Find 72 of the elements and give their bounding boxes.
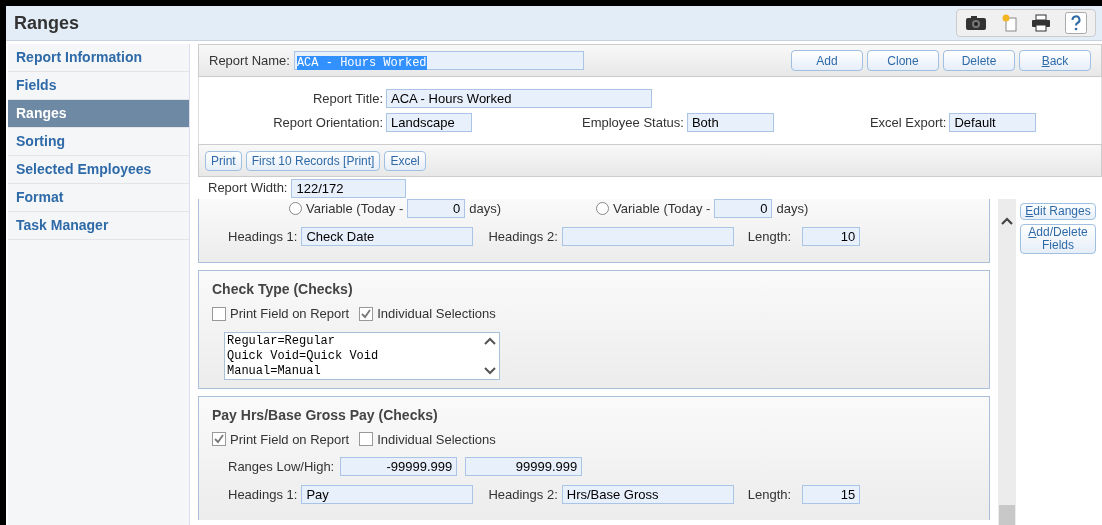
sidebar-item[interactable]: Format [8, 184, 189, 212]
text-field[interactable]: -99999.999 [340, 457, 458, 477]
field-label: Employee Status: [582, 113, 684, 132]
text-field[interactable]: 122/172 [291, 178, 407, 198]
checkbox[interactable] [359, 432, 374, 447]
text-field[interactable]: 0 [407, 199, 466, 219]
section-title: Pay Hrs/Base Gross Pay (Checks) [212, 405, 439, 425]
field-label: Excel Export: [869, 113, 947, 132]
field-label: days) [776, 200, 809, 218]
list-option[interactable]: Regular=Regular [227, 333, 479, 349]
field-label: Report Orientation: [272, 113, 383, 132]
checkbox[interactable] [212, 432, 226, 447]
field-label: Headings 2: [488, 485, 558, 504]
text-field[interactable]: Pay [301, 484, 474, 504]
checkbox[interactable] [212, 306, 226, 321]
field-label: Print Field on Report [230, 430, 350, 449]
sidebar-item[interactable]: Task Manager [8, 212, 189, 240]
help-icon[interactable] [1065, 12, 1087, 34]
side-button[interactable]: Edit Ranges [1020, 203, 1096, 220]
text-field[interactable]: 0 [714, 199, 773, 219]
field-label: Variable (Today - [306, 200, 404, 218]
field-label: Headings 2: [488, 227, 558, 246]
field-label: Variable (Today - [613, 200, 711, 218]
field-label: Report Name: [209, 51, 290, 70]
window-title: Ranges [14, 11, 80, 35]
field-label: Individual Selections [377, 430, 496, 449]
print-button[interactable]: Excel [384, 150, 426, 171]
sidebar-item[interactable]: Report Information [8, 44, 189, 72]
text-field[interactable]: 15 [802, 484, 861, 504]
scroll-up-icon[interactable] [1001, 217, 1013, 225]
action-button[interactable]: Clone [867, 50, 939, 71]
list-option[interactable]: Manual=Manual [227, 363, 479, 379]
sidebar-item[interactable]: Ranges [8, 100, 189, 128]
selection-list[interactable]: Regular=Regular Quick Void=Quick Void Manual=Manual [224, 331, 500, 380]
action-button[interactable]: Delete [943, 50, 1015, 71]
scroll-down-icon[interactable] [484, 366, 496, 375]
checkbox[interactable] [359, 306, 374, 321]
scrollbar[interactable] [998, 199, 1016, 525]
field-label: Length: [747, 227, 792, 246]
field-label: Ranges Low/High: [228, 458, 335, 476]
print-icon[interactable] [1031, 14, 1051, 32]
scroll-up-icon[interactable] [484, 336, 496, 345]
text-field[interactable]: Hrs/Base Gross [561, 484, 734, 504]
sidebar-item[interactable]: Sorting [8, 128, 189, 156]
action-button[interactable]: Back [1019, 50, 1091, 71]
radio-button[interactable] [289, 202, 302, 216]
text-field[interactable]: Default [949, 112, 1037, 132]
field-label: Headings 1: [228, 227, 298, 246]
text-field[interactable]: 99999.999 [465, 457, 583, 477]
print-button[interactable]: Print [205, 150, 242, 171]
action-button[interactable]: Add [791, 50, 863, 71]
field-label: Headings 1: [228, 485, 298, 504]
field-label: Individual Selections [377, 305, 496, 323]
print-button[interactable]: First 10 Records [Print] [245, 150, 381, 171]
field-label: days) [469, 200, 502, 218]
field-label: Report Width: [208, 179, 288, 198]
text-field[interactable] [561, 226, 734, 246]
side-button[interactable]: Add/Delete Fields [1020, 224, 1096, 254]
list-option[interactable]: Quick Void=Quick Void [227, 348, 479, 364]
sidebar-item[interactable]: Selected Employees [8, 156, 189, 184]
field-label: Length: [747, 485, 792, 504]
camera-icon[interactable] [965, 15, 987, 31]
text-field[interactable]: 10 [802, 226, 861, 246]
text-field[interactable]: Landscape [386, 112, 472, 132]
field-label: Print Field on Report [230, 305, 350, 323]
text-field[interactable]: ACA - Hours Worked [386, 89, 652, 109]
text-field[interactable]: Both [686, 112, 774, 132]
text-field[interactable]: Check Date [301, 226, 474, 246]
section-title: Check Type (Checks) [212, 280, 354, 299]
scroll-thumb[interactable] [999, 505, 1015, 525]
radio-button[interactable] [596, 202, 610, 216]
field-label: Report Title: [311, 90, 383, 108]
